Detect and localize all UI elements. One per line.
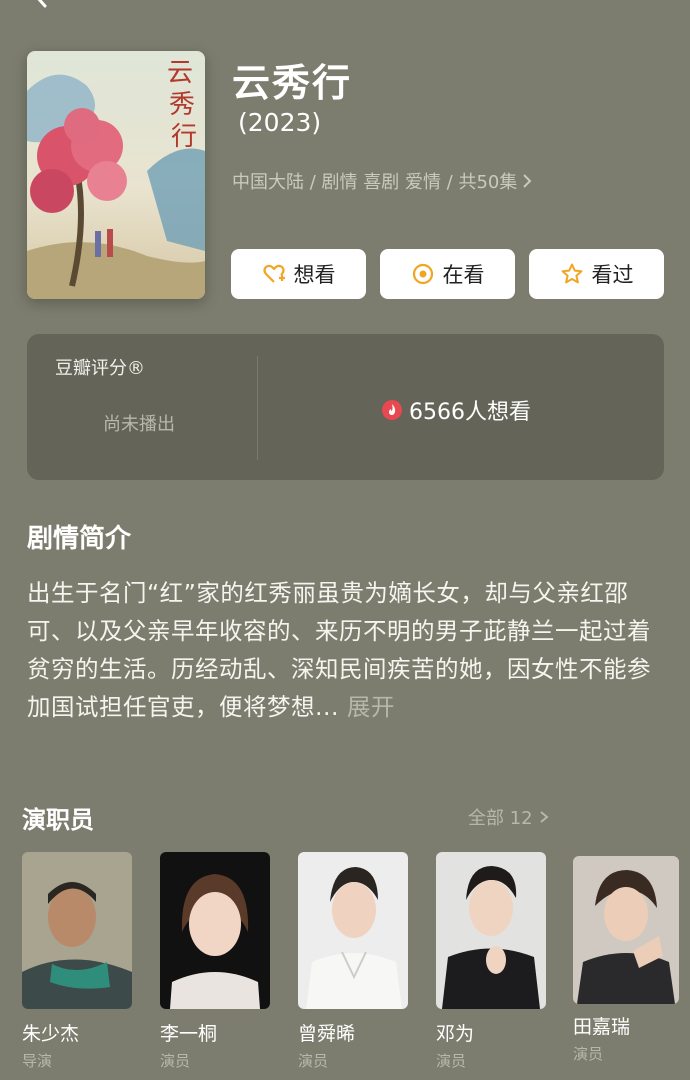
fire-icon	[382, 400, 402, 420]
watched-label: 看过	[591, 263, 634, 287]
cast-name: 李一桐	[160, 1023, 218, 1045]
poster-image[interactable]: 云 秀 行	[27, 51, 205, 299]
cast-photo	[298, 852, 408, 1009]
cast-name: 朱少杰	[22, 1023, 80, 1045]
cast-photo	[573, 856, 679, 1004]
want-to-watch-button[interactable]: 想看	[231, 249, 366, 299]
synopsis-text: 出生于名门“红”家的红秀丽虽贵为嫡长女，却与父亲红邵可、以及父亲早年收容的、来历…	[27, 574, 657, 726]
chevron-right-icon	[540, 811, 549, 823]
cast-role: 演员	[573, 1045, 604, 1063]
cast-member[interactable]: 邓为 演员	[436, 852, 546, 1071]
cast-member[interactable]: 李一桐 演员	[160, 852, 270, 1071]
poster-logo-text: 云	[167, 58, 193, 88]
cast-role: 演员	[436, 1052, 467, 1070]
cast-photo	[22, 852, 132, 1009]
meta-text: 中国大陆 / 剧情 喜剧 爱情 / 共50集	[232, 172, 518, 193]
want-label: 想看	[293, 263, 336, 287]
cast-role: 导演	[22, 1052, 53, 1070]
cast-photo	[436, 852, 546, 1009]
cast-member[interactable]: 田嘉瑞 演员	[573, 856, 679, 1064]
synopsis-body: 出生于名门“红”家的红秀丽虽贵为嫡长女，却与父亲红邵可、以及父亲早年收容的、来历…	[27, 579, 651, 721]
cast-name: 曾舜晞	[298, 1023, 356, 1045]
cast-photo	[160, 852, 270, 1009]
want-count: 6566人想看	[381, 394, 531, 426]
watched-button[interactable]: 看过	[529, 249, 664, 299]
douban-rating-label: 豆瓣评分®	[55, 358, 145, 379]
star-icon	[561, 263, 582, 284]
rating-divider	[257, 356, 258, 460]
cast-name: 田嘉瑞	[573, 1016, 631, 1038]
synopsis-title: 剧情简介	[27, 524, 132, 554]
watching-button[interactable]: 在看	[380, 249, 515, 299]
cast-all-link[interactable]: 全部 12	[468, 804, 549, 830]
show-title: 云秀行	[232, 61, 353, 105]
rating-card: 豆瓣评分® 尚未播出 6566人想看	[27, 334, 664, 480]
show-year: (2023)	[238, 108, 322, 137]
svg-text:行: 行	[171, 122, 197, 152]
cast-name: 邓为	[436, 1023, 475, 1045]
watching-label: 在看	[442, 263, 485, 287]
heart-plus-icon	[262, 264, 285, 283]
cast-member[interactable]: 朱少杰 导演	[22, 852, 132, 1071]
svg-text:秀: 秀	[169, 90, 195, 120]
chevron-right-icon	[523, 174, 532, 188]
cast-section-title: 演职员	[22, 806, 94, 834]
show-meta[interactable]: 中国大陆 / 剧情 喜剧 爱情 / 共50集	[232, 168, 533, 194]
want-count-text: 6566人想看	[409, 400, 531, 425]
expand-link[interactable]: 展开	[347, 693, 395, 721]
cast-member[interactable]: 曾舜晞 演员	[298, 852, 408, 1071]
cast-role: 演员	[160, 1052, 191, 1070]
cast-all-label: 全部 12	[468, 808, 533, 829]
target-circle-icon	[412, 263, 433, 285]
back-arrow-icon[interactable]	[30, 0, 52, 8]
cast-role: 演员	[298, 1052, 329, 1070]
rating-status: 尚未播出	[103, 414, 175, 435]
